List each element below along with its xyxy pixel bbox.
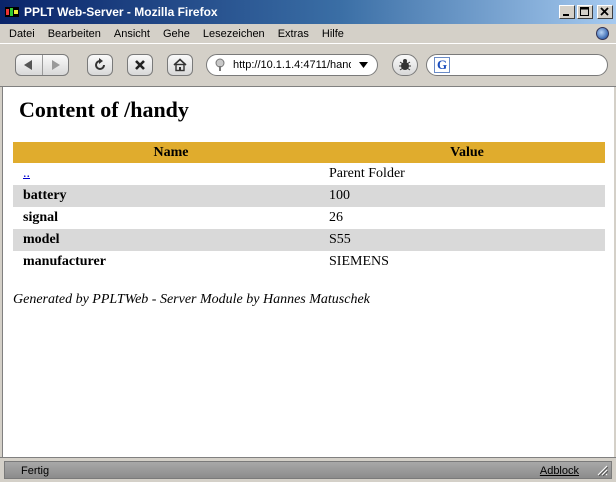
menu-datei[interactable]: Datei xyxy=(0,28,40,40)
row-name-cell: model xyxy=(13,229,329,251)
row-value-cell: 26 xyxy=(329,210,343,225)
row-value-cell: S55 xyxy=(329,229,605,251)
row-name-cell: battery xyxy=(13,185,329,207)
window-titlebar[interactable]: PPLT Web-Server - Mozilla Firefox xyxy=(0,0,616,24)
table-row: signal 26 xyxy=(13,207,605,229)
table-row: battery 100 xyxy=(13,185,605,207)
parent-folder-link[interactable]: .. xyxy=(23,166,30,181)
column-header-name: Name xyxy=(13,142,329,163)
adblock-link[interactable]: Adblock xyxy=(540,465,579,477)
resize-grip-icon[interactable] xyxy=(596,464,608,476)
row-value-cell: 100 xyxy=(329,185,605,207)
minimize-button[interactable] xyxy=(559,5,575,19)
forward-arrow-icon xyxy=(52,60,61,70)
back-button[interactable] xyxy=(16,55,42,75)
table-row: .. Parent Folder xyxy=(13,163,605,185)
back-forward-group xyxy=(15,54,69,76)
menu-gehe[interactable]: Gehe xyxy=(155,28,195,40)
close-button[interactable] xyxy=(597,5,613,19)
menu-hilfe[interactable]: Hilfe xyxy=(314,28,349,40)
app-icon xyxy=(4,4,20,20)
url-bar[interactable]: http://10.1.1.4:4711/handy xyxy=(206,54,378,76)
row-value-cell: SIEMENS xyxy=(329,254,389,269)
search-engine-button[interactable] xyxy=(392,54,418,76)
menu-lesezeichen[interactable]: Lesezeichen xyxy=(195,28,270,40)
row-name-cell: .. xyxy=(13,163,329,185)
reload-button[interactable] xyxy=(87,54,113,76)
google-icon: G xyxy=(434,57,450,73)
reload-icon xyxy=(95,58,105,70)
back-arrow-icon xyxy=(23,60,32,70)
directory-table: Name Value .. Parent Folder battery 100 … xyxy=(13,142,605,273)
column-header-value: Value xyxy=(329,142,605,163)
stop-button[interactable] xyxy=(127,54,153,76)
page-content: Content of /handy Name Value .. Parent F… xyxy=(2,87,614,457)
search-bar[interactable]: G xyxy=(426,54,608,76)
menu-bearbeiten[interactable]: Bearbeiten xyxy=(40,28,106,40)
status-bar: Fertig Adblock xyxy=(0,457,616,482)
dropdown-arrow-icon[interactable] xyxy=(359,62,368,68)
table-row: model S55 xyxy=(13,229,605,251)
menu-ansicht[interactable]: Ansicht xyxy=(106,28,155,40)
throbber-icon xyxy=(596,27,609,40)
table-row: manufacturer SIEMENS xyxy=(13,251,605,273)
site-icon xyxy=(215,58,225,71)
table-header-row: Name Value xyxy=(13,142,605,163)
generator-note: Generated by PPLTWeb - Server Module by … xyxy=(13,292,370,307)
maximize-button[interactable] xyxy=(577,5,593,19)
row-value-cell: Parent Folder xyxy=(329,166,405,181)
page-title: Content of /handy xyxy=(19,97,189,122)
stop-icon xyxy=(135,60,145,70)
row-name-cell: manufacturer xyxy=(23,254,106,269)
menu-extras[interactable]: Extras xyxy=(270,28,314,40)
menu-bar: Datei Bearbeiten Ansicht Gehe Lesezeiche… xyxy=(0,24,616,43)
home-icon xyxy=(173,58,187,72)
window-title: PPLT Web-Server - Mozilla Firefox xyxy=(24,5,218,19)
home-button[interactable] xyxy=(167,54,193,76)
url-text[interactable]: http://10.1.1.4:4711/handy xyxy=(233,59,351,71)
row-name-cell: signal xyxy=(23,210,59,225)
navigation-toolbar: http://10.1.1.4:4711/handy G xyxy=(0,43,616,87)
bug-icon xyxy=(399,59,411,71)
status-text: Fertig xyxy=(21,465,50,477)
forward-button[interactable] xyxy=(41,55,68,75)
